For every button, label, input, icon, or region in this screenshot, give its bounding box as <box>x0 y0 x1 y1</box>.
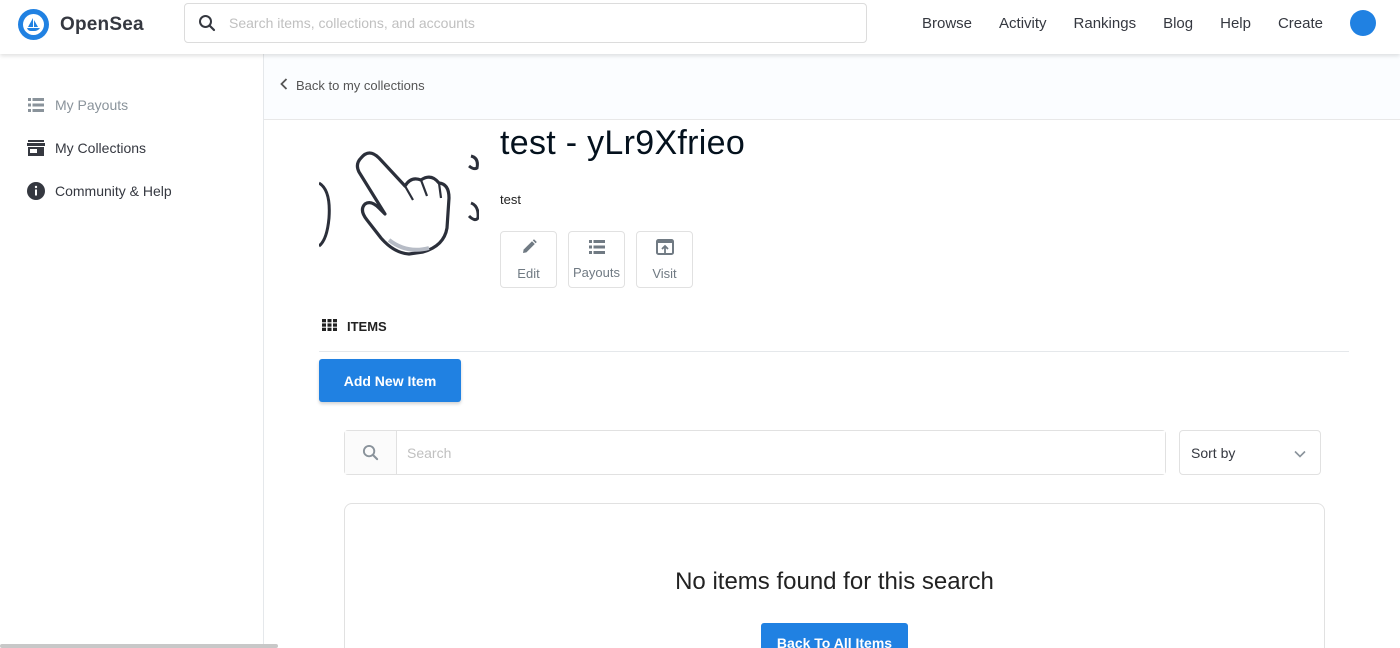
visit-label: Visit <box>652 265 677 281</box>
opensea-logo[interactable]: OpenSea <box>18 9 144 40</box>
collection-image <box>319 128 479 268</box>
back-to-collections-link[interactable]: Back to my collections <box>280 78 425 93</box>
global-search <box>184 3 867 43</box>
nav-browse[interactable]: Browse <box>922 15 972 32</box>
open-external-icon <box>655 238 674 260</box>
visit-button[interactable]: Visit <box>636 231 693 288</box>
sidebar-item-label: Community & Help <box>55 183 172 199</box>
sidebar: My Payouts My Collections Community & He… <box>0 54 264 648</box>
list-icon <box>588 239 605 259</box>
top-navbar: OpenSea Browse Activity Rankings Blog He… <box>0 0 1400 54</box>
items-search-input[interactable] <box>397 431 1165 474</box>
items-search <box>344 430 1166 475</box>
list-icon <box>27 96 45 114</box>
edit-label: Edit <box>517 265 540 281</box>
sidebar-item-my-collections[interactable]: My Collections <box>27 139 146 157</box>
add-new-item-button[interactable]: Add New Item <box>319 359 461 402</box>
empty-message: No items found for this search <box>675 568 994 595</box>
items-heading-label: ITEMS <box>347 319 387 334</box>
search-icon <box>345 431 397 474</box>
account-avatar[interactable] <box>1350 10 1376 36</box>
breadcrumb-bar: Back to my collections <box>264 54 1400 120</box>
back-to-all-items-button[interactable]: Back To All Items <box>761 623 908 648</box>
horizontal-scrollbar[interactable] <box>0 644 278 648</box>
divider <box>319 351 1349 352</box>
nav-rankings[interactable]: Rankings <box>1074 15 1137 32</box>
sort-dropdown[interactable]: Sort by <box>1179 430 1321 475</box>
logo-text: OpenSea <box>60 13 144 35</box>
breadcrumb-label: Back to my collections <box>296 78 425 93</box>
sidebar-item-my-payouts[interactable]: My Payouts <box>27 96 128 114</box>
collection-description: test <box>500 192 521 207</box>
nav-blog[interactable]: Blog <box>1163 15 1193 32</box>
payouts-label: Payouts <box>573 264 620 280</box>
global-search-input[interactable] <box>229 5 866 41</box>
payouts-button[interactable]: Payouts <box>568 231 625 288</box>
sidebar-item-community-help[interactable]: Community & Help <box>27 182 172 200</box>
main-nav: Browse Activity Rankings Blog Help Creat… <box>922 0 1400 46</box>
opensea-logo-icon <box>18 9 49 40</box>
chevron-down-icon <box>1294 445 1306 461</box>
sidebar-item-label: My Payouts <box>55 97 129 113</box>
search-icon <box>185 14 229 32</box>
chevron-left-icon <box>280 78 288 93</box>
info-icon <box>27 182 45 200</box>
edit-button[interactable]: Edit <box>500 231 557 288</box>
empty-results-card: No items found for this search Back To A… <box>344 503 1325 648</box>
sort-label: Sort by <box>1191 444 1236 461</box>
storefront-icon <box>27 139 45 157</box>
grid-icon <box>322 319 337 334</box>
sidebar-item-label: My Collections <box>55 140 147 156</box>
nav-help[interactable]: Help <box>1220 15 1251 32</box>
pencil-icon <box>521 238 537 260</box>
nav-activity[interactable]: Activity <box>999 15 1047 32</box>
collection-title: test - yLr9Xfrieo <box>500 124 746 162</box>
nav-create[interactable]: Create <box>1278 15 1323 32</box>
items-heading: ITEMS <box>322 319 387 334</box>
